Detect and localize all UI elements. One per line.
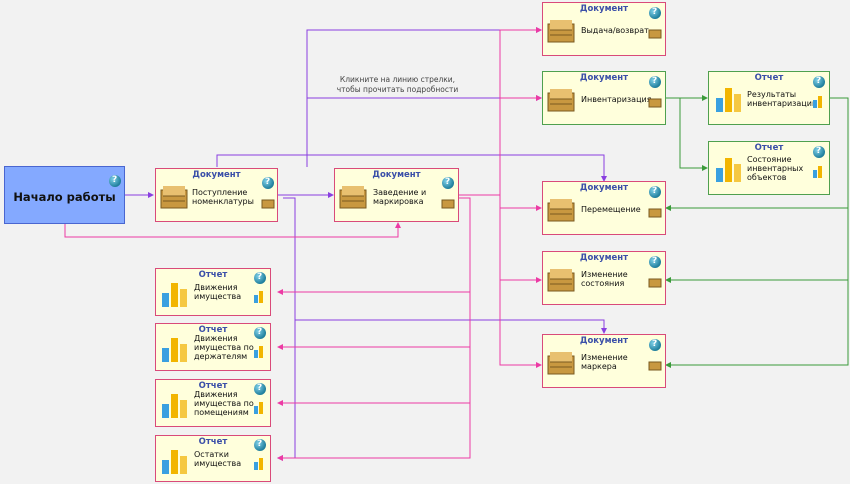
doc-registration[interactable]: Документ Заведение и маркировка [334,168,459,222]
report-kind-label: Отчет [754,73,784,83]
help-icon[interactable] [649,186,661,198]
help-icon[interactable] [649,256,661,268]
mini-box-icon [648,208,662,218]
doc-name: Поступление номенклатуры [192,188,254,206]
arrow-to-marker-change [499,280,542,368]
mini-chart-icon [254,346,263,358]
mini-chart-icon [254,291,263,303]
mini-box-icon [441,199,455,209]
doc-kind-label: Документ [579,183,629,193]
report-movements[interactable]: Отчет Движения имущества [155,268,271,316]
report-kind-label: Отчет [754,143,784,153]
bar-chart-icon [716,88,741,112]
mini-box-icon [261,199,275,209]
doc-kind-label: Документ [579,73,629,83]
arrow-results-to-marker-change [665,280,849,368]
hint-text: Кликните на линию стрелки, чтобы прочита… [336,75,459,94]
mini-box-icon [648,98,662,108]
report-inventory-state[interactable]: Отчет Состояние инвентарных объектов [708,141,830,195]
doc-issue[interactable]: Документ Выдача/возврат [542,2,666,56]
doc-kind-label: Документ [579,253,629,263]
help-icon[interactable] [109,175,121,187]
pink-bus-docs [458,27,542,196]
report-movements-holders[interactable]: Отчет Движения имущества по держателям [155,323,271,371]
arrow-bus-to-marker [295,319,607,334]
report-name: Движения имущества по помещениям [194,390,254,417]
start-button[interactable]: Начало работы [4,166,125,224]
document-stack-icon [547,20,575,43]
doc-kind-label: Документ [372,170,421,180]
doc-name: Изменение состояния [581,270,628,288]
help-icon[interactable] [262,177,274,189]
doc-state-change[interactable]: Документ Изменение состояния [542,251,666,305]
report-name: Движения имущества по держателям [194,334,254,361]
help-icon[interactable] [813,146,825,158]
report-movements-rooms[interactable]: Отчет Движения имущества по помещениям [155,379,271,427]
arrow-results-to-state-change [665,208,849,283]
doc-kind-label: Документ [579,336,629,346]
mini-chart-icon [813,166,822,178]
bar-chart-icon [716,158,741,182]
help-icon[interactable] [254,439,266,451]
mini-box-icon [648,361,662,371]
report-name: Результаты инвентаризации [747,90,818,108]
doc-kind-label: Документ [579,4,629,14]
doc-kind-label: Документ [192,170,241,180]
help-icon[interactable] [254,272,266,284]
mini-chart-icon [254,402,263,414]
arrow-start-to-registration [64,222,401,238]
doc-marker-change[interactable]: Документ Изменение маркера [542,334,666,388]
help-icon[interactable] [649,76,661,88]
mini-box-icon [648,278,662,288]
arrow-inventory-to-state [679,98,708,171]
document-stack-icon [339,186,367,209]
doc-name: Заведение и маркировка [373,188,427,206]
document-stack-icon [547,269,575,292]
report-name: Состояние инвентарных объектов [747,155,804,182]
doc-name: Изменение маркера [581,353,628,371]
help-icon[interactable] [442,177,454,189]
document-stack-icon [547,89,575,112]
doc-transfer[interactable]: Документ Перемещение [542,181,666,235]
mini-chart-icon [813,96,822,108]
mini-chart-icon [254,458,263,470]
bar-chart-icon [162,338,187,362]
bar-chart-icon [162,394,187,418]
bar-chart-icon [162,450,187,474]
document-stack-icon [160,186,188,209]
report-balances[interactable]: Отчет Остатки имущества [155,435,271,482]
document-stack-icon [547,352,575,375]
help-icon[interactable] [254,327,266,339]
doc-receipt[interactable]: Документ Поступление номенклатуры [155,168,278,222]
help-icon[interactable] [254,383,266,395]
report-name: Движения имущества [194,283,242,301]
help-icon[interactable] [649,339,661,351]
help-icon[interactable] [813,76,825,88]
bar-chart-icon [162,283,187,307]
doc-name: Перемещение [581,205,641,214]
report-inventory-results[interactable]: Отчет Результаты инвентаризации [708,71,830,125]
doc-name: Инвентаризация [581,95,652,104]
report-name: Остатки имущества [194,450,242,468]
doc-name: Выдача/возврат [581,26,649,35]
mini-box-icon [648,29,662,39]
document-stack-icon [547,199,575,222]
doc-inventory[interactable]: Документ Инвентаризация [542,71,666,125]
help-icon[interactable] [649,7,661,19]
